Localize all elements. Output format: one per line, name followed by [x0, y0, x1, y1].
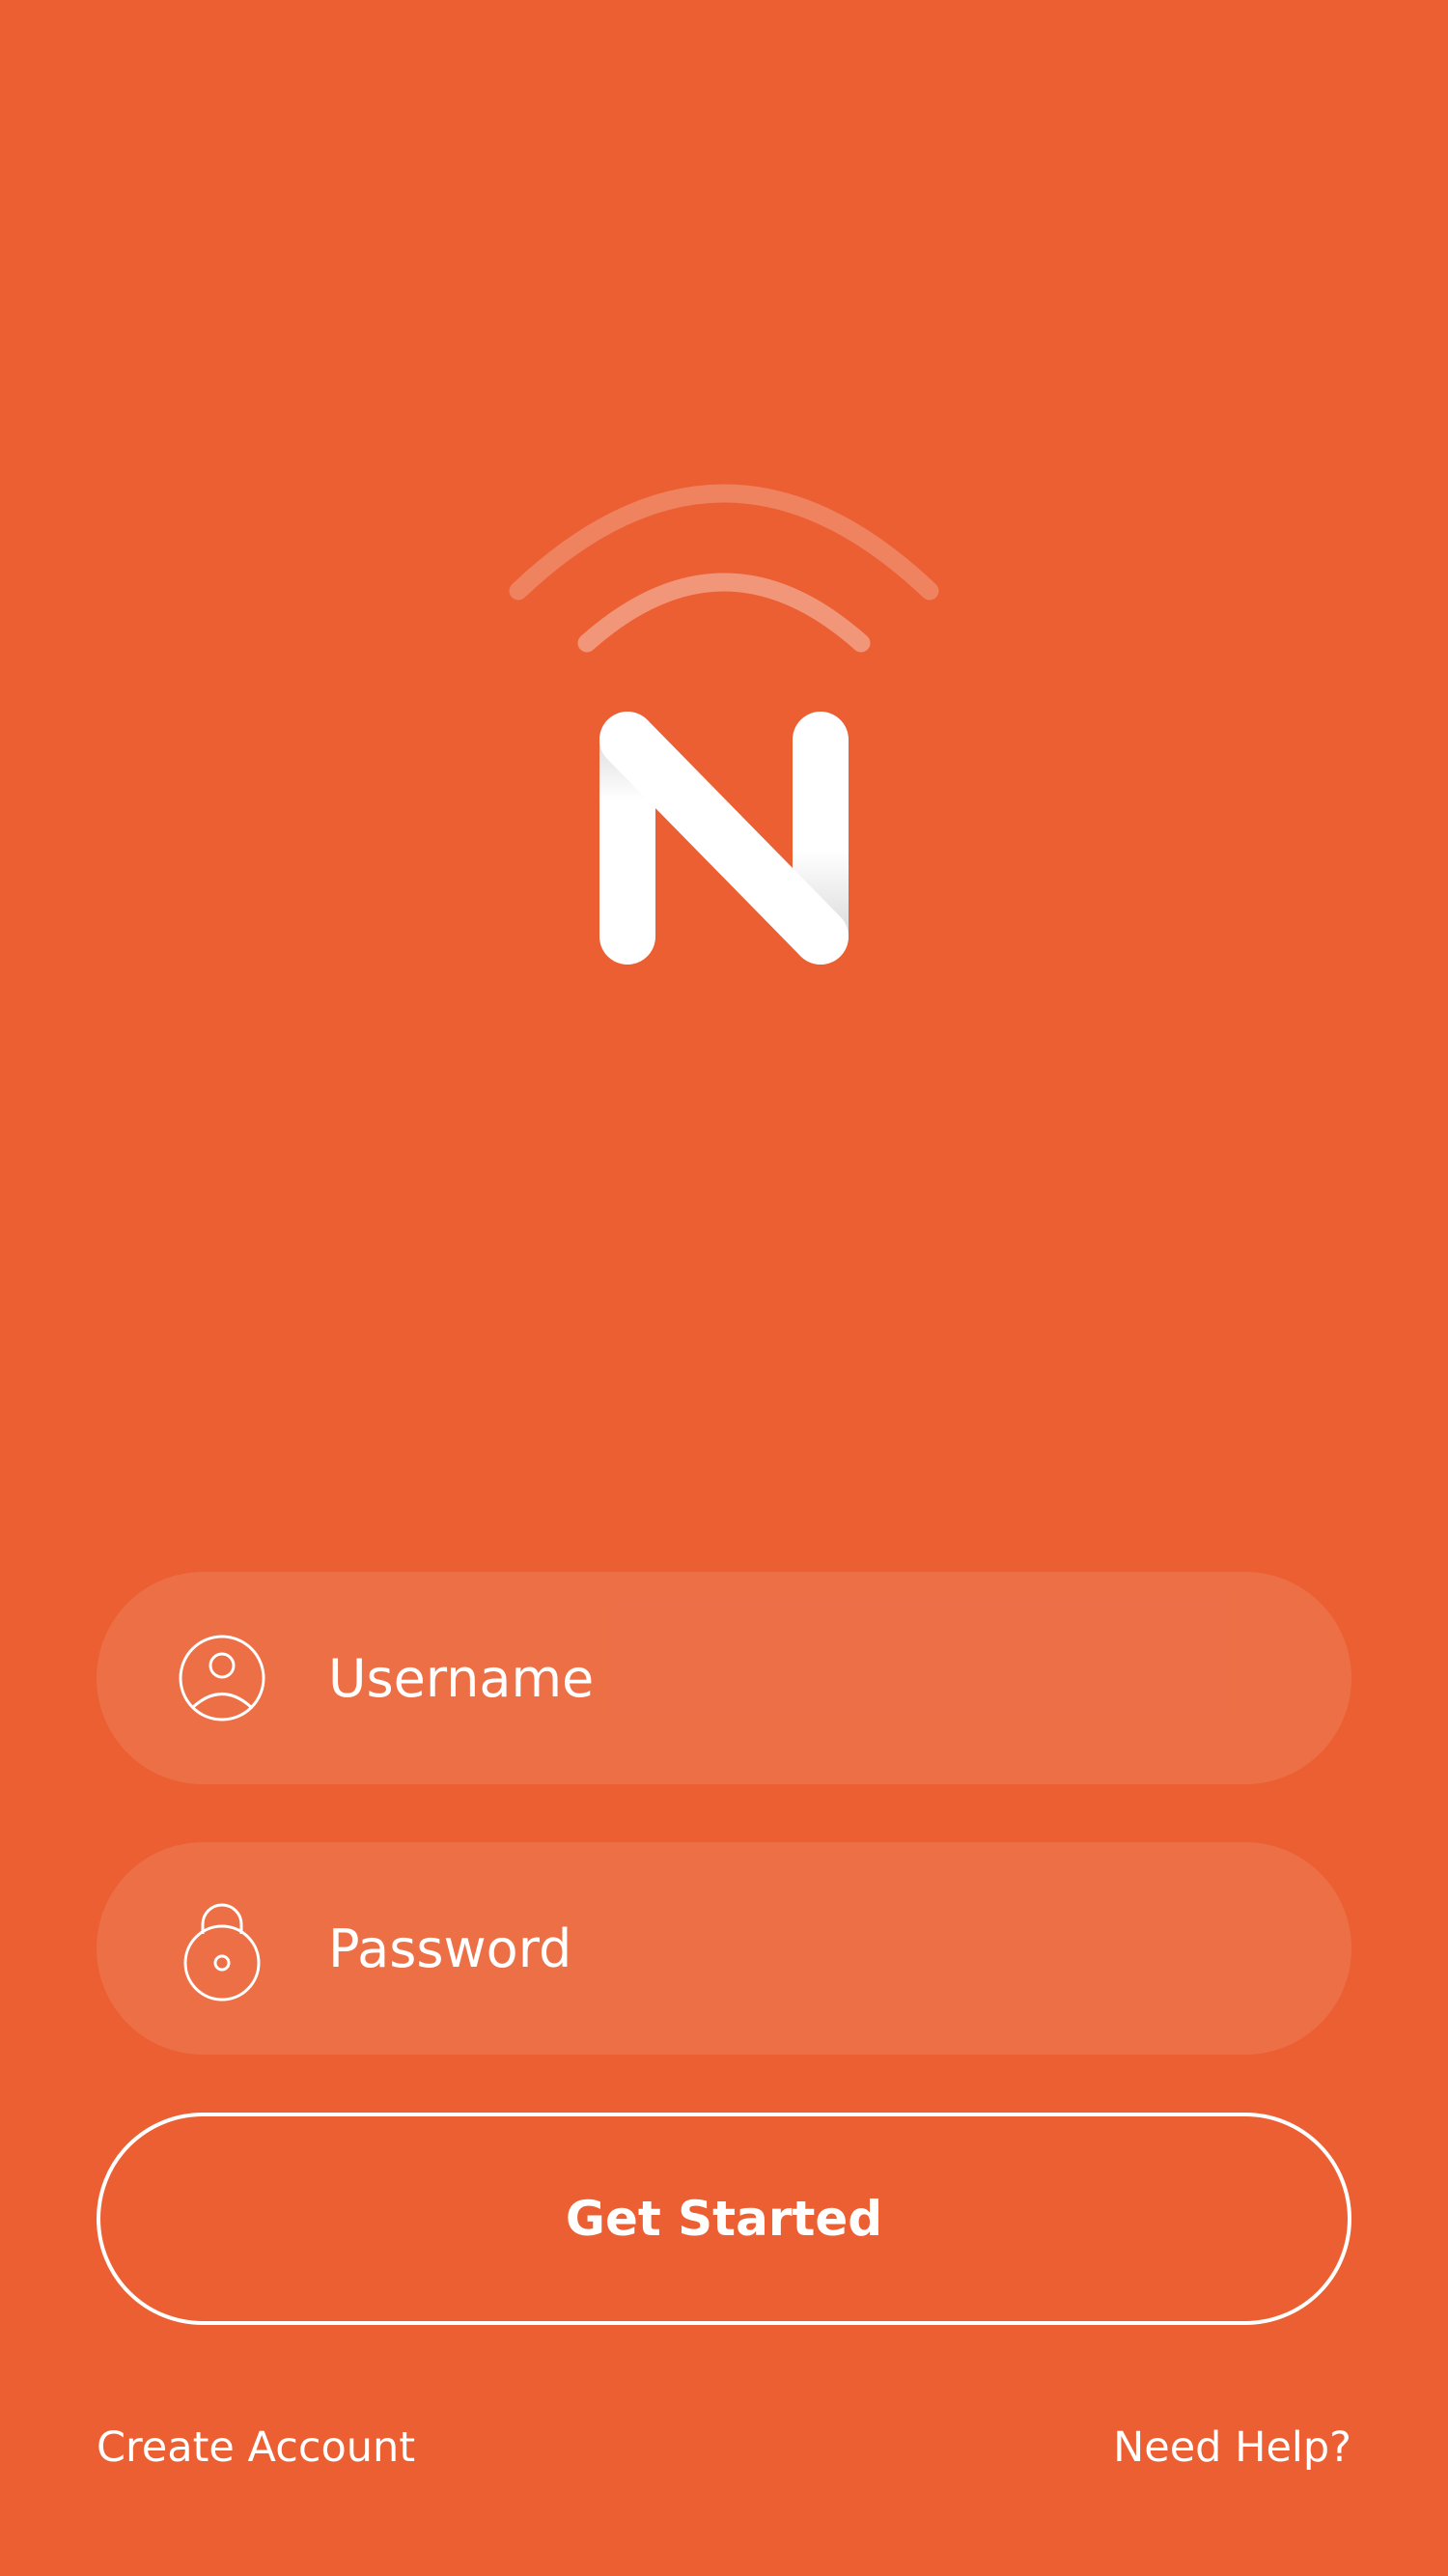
- user-icon: [176, 1625, 268, 1731]
- need-help-link[interactable]: Need Help?: [1113, 2423, 1351, 2472]
- create-account-link[interactable]: Create Account: [97, 2423, 415, 2472]
- n-diagonal-stroke: [599, 712, 849, 965]
- login-screen: Get Started Create Account Need Help?: [0, 0, 1448, 2576]
- signal-arc-inner: [577, 573, 871, 653]
- wifi-n-logo-icon: [509, 484, 939, 965]
- get-started-button[interactable]: Get Started: [97, 2113, 1351, 2325]
- password-field[interactable]: [97, 1842, 1351, 2055]
- username-input[interactable]: [328, 1572, 1236, 1784]
- password-input[interactable]: [328, 1842, 1236, 2055]
- app-logo: [502, 483, 946, 985]
- username-field[interactable]: [97, 1572, 1351, 1784]
- lock-icon: [176, 1895, 268, 2002]
